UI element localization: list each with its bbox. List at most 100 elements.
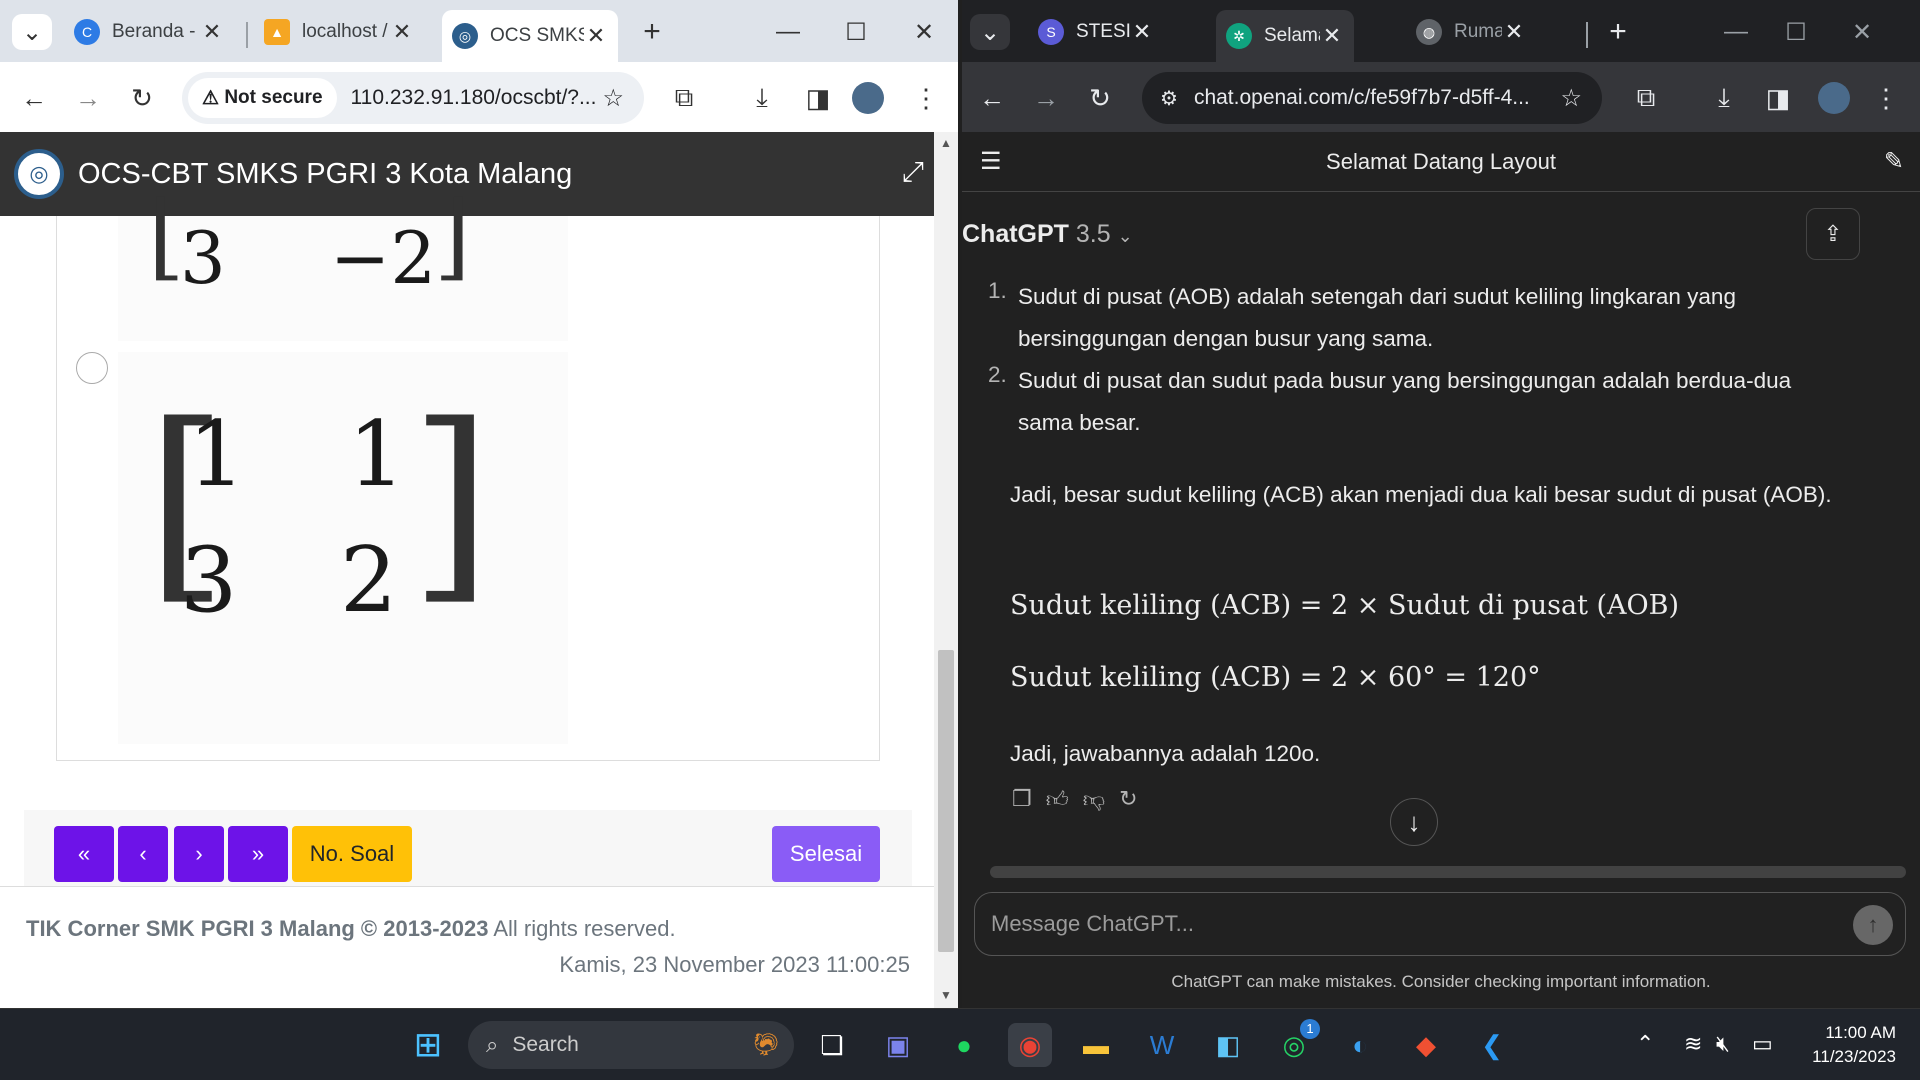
left-browser-window: ⌄ C Beranda - ✕ ▲ localhost / ✕ ◎ OCS SM… [0, 0, 958, 1008]
scrollbar-thumb[interactable] [938, 650, 954, 952]
finish-button[interactable]: Selesai [772, 826, 880, 882]
close-window-button[interactable]: ✕ [1842, 14, 1882, 50]
wifi-icon[interactable]: ≋ [1684, 1031, 1702, 1057]
chat-title: Selamat Datang Layout [1326, 148, 1556, 174]
profile-avatar[interactable] [1818, 82, 1850, 114]
thumbs-up-icon[interactable]: 👍︎ [1046, 786, 1069, 813]
message-input[interactable]: Message ChatGPT... ↑ [974, 892, 1906, 956]
footer-copyright: TIK Corner SMK PGRI 3 Malang © 2013-2023… [26, 916, 676, 942]
new-tab-button[interactable]: + [632, 14, 672, 50]
battery-icon[interactable]: ▭ [1752, 1031, 1773, 1057]
tab-localhost[interactable]: ▲ localhost / ✕ [254, 10, 424, 54]
back-button[interactable]: ← [972, 78, 1012, 118]
tab-search-button[interactable]: ⌄ [12, 14, 52, 50]
volume-mute-icon[interactable]: 🔇︎ [1716, 1031, 1730, 1057]
close-tab-icon[interactable]: ✕ [1502, 19, 1526, 45]
spotify-icon[interactable]: ● [942, 1023, 986, 1067]
edge-icon[interactable]: ◐ [1338, 1023, 1382, 1067]
tab-ocs[interactable]: ◎ OCS SMKS ✕ [442, 10, 618, 62]
footer-rights: All rights reserved. [493, 916, 676, 941]
word-icon[interactable]: W [1140, 1023, 1184, 1067]
site-info-icon[interactable]: ⚙ [1160, 86, 1178, 111]
send-button[interactable]: ↑ [1853, 905, 1893, 945]
scroll-down-arrow[interactable]: ▼ [940, 988, 952, 1002]
address-bar[interactable]: ⚙ chat.openai.com/c/fe59f7b7-d5ff-4... ☆ [1142, 72, 1602, 124]
extensions-icon[interactable]: ⧉ [664, 78, 704, 118]
tab-search-button[interactable]: ⌄ [970, 14, 1010, 50]
forward-button[interactable]: → [1026, 78, 1066, 118]
footer-datetime: Kamis, 23 November 2023 11:00:25 [559, 952, 910, 977]
first-question-button[interactable]: « [54, 826, 114, 882]
chat-header: ☰ Selamat Datang Layout ✎ [962, 132, 1920, 192]
forward-button[interactable]: → [68, 78, 108, 118]
tab-beranda[interactable]: C Beranda - ✕ [64, 10, 234, 54]
new-chat-icon[interactable]: ✎ [1884, 147, 1904, 176]
new-tab-button[interactable]: + [1598, 14, 1638, 50]
disclaimer-text: ChatGPT can make mistakes. Consider chec… [1171, 972, 1711, 991]
matrix-cell: 3 [180, 216, 226, 300]
question-number-button[interactable]: No. Soal [292, 826, 412, 882]
teams-icon[interactable]: ▣ [876, 1023, 920, 1067]
git-icon[interactable]: ◆ [1404, 1023, 1448, 1067]
url-text: chat.openai.com/c/fe59f7b7-d5ff-4... [1193, 86, 1530, 109]
share-button[interactable]: ⇪ [1806, 208, 1860, 260]
tray-overflow-icon[interactable]: ⌃ [1636, 1031, 1654, 1057]
model-selector[interactable]: ChatGPT 3.5 ⌄ [962, 220, 1133, 249]
maximize-button[interactable]: ☐ [836, 14, 876, 50]
copy-icon[interactable]: ❐ [1012, 786, 1032, 813]
side-panel-icon[interactable]: ◨ [1758, 78, 1798, 118]
matrix-cell: −2 [330, 216, 437, 300]
minimize-button[interactable]: — [768, 14, 808, 50]
regenerate-icon[interactable]: ↻ [1119, 786, 1137, 813]
list-item: Sudut di pusat (AOB) adalah setengah dar… [1018, 284, 1736, 351]
answer-paragraph: Jadi, besar sudut keliling (ACB) akan me… [1010, 482, 1832, 507]
task-view-icon[interactable]: ❏ [810, 1023, 854, 1067]
file-explorer-icon[interactable]: ▬ [1074, 1023, 1118, 1067]
tab-stesil[interactable]: S STESIL RS ✕ [1028, 10, 1164, 54]
fullscreen-icon[interactable]: ⤢ [902, 156, 924, 189]
maximize-button[interactable]: ☐ [1776, 14, 1816, 50]
download-icon[interactable]: ⤓ [742, 78, 782, 118]
sidebar-toggle-icon[interactable]: ☰ [980, 147, 1002, 176]
prev-question-button[interactable]: ‹ [118, 826, 168, 882]
star-icon[interactable]: ☆ [1560, 84, 1582, 113]
security-chip[interactable]: ⚠ Not secure [188, 78, 337, 118]
reload-button[interactable]: ↻ [1080, 78, 1120, 118]
option-radio[interactable] [76, 352, 108, 384]
horizontal-scrollbar[interactable] [990, 866, 1906, 878]
next-question-button[interactable]: › [174, 826, 224, 882]
matrix-bracket: ⌋ [434, 182, 471, 291]
close-tab-icon[interactable]: ✕ [1320, 23, 1344, 49]
tab-chatgpt[interactable]: ✲ Selamat D ✕ [1216, 10, 1354, 62]
system-clock[interactable]: 11:00 AM 11/23/2023 [1812, 1021, 1896, 1069]
scroll-up-arrow[interactable]: ▲ [940, 136, 952, 150]
close-tab-icon[interactable]: ✕ [390, 19, 414, 45]
reload-button[interactable]: ↻ [122, 78, 162, 118]
start-icon[interactable]: ⊞ [406, 1023, 450, 1067]
minimize-button[interactable]: — [1716, 14, 1756, 50]
browser-toolbar: ← → ↻ ⚙ chat.openai.com/c/fe59f7b7-d5ff-… [962, 62, 1920, 132]
page-footer [0, 886, 934, 1008]
address-bar[interactable]: ⚠ Not secure 110.232.91.180/ocscbt/?... … [182, 72, 644, 124]
scroll-down-button[interactable]: ↓ [1390, 798, 1438, 846]
close-tab-icon[interactable]: ✕ [200, 19, 224, 45]
download-icon[interactable]: ⤓ [1704, 78, 1744, 118]
vscode-icon[interactable]: ❮ [1470, 1023, 1514, 1067]
thumbs-down-icon[interactable]: 👎︎ [1083, 786, 1105, 813]
taskbar-search[interactable]: ⌕ Search 🦃︎ [468, 1021, 794, 1069]
menu-icon[interactable]: ⋮ [906, 78, 946, 118]
close-window-button[interactable]: ✕ [904, 14, 944, 50]
side-panel-icon[interactable]: ◨ [798, 78, 838, 118]
star-icon[interactable]: ☆ [602, 84, 624, 113]
close-tab-icon[interactable]: ✕ [584, 23, 608, 49]
store-icon[interactable]: ◧ [1206, 1023, 1250, 1067]
option-image-partial: ⌊ 3 −2 ⌋ [118, 182, 568, 341]
last-question-button[interactable]: » [228, 826, 288, 882]
chrome-icon[interactable]: ◉ [1008, 1023, 1052, 1067]
tab-rumah[interactable]: ◍ Rumah Sa ✕ [1406, 10, 1536, 54]
profile-avatar[interactable] [852, 82, 884, 114]
extensions-icon[interactable]: ⧉ [1626, 78, 1666, 118]
menu-icon[interactable]: ⋮ [1866, 78, 1906, 118]
back-button[interactable]: ← [14, 78, 54, 118]
close-tab-icon[interactable]: ✕ [1130, 19, 1154, 45]
